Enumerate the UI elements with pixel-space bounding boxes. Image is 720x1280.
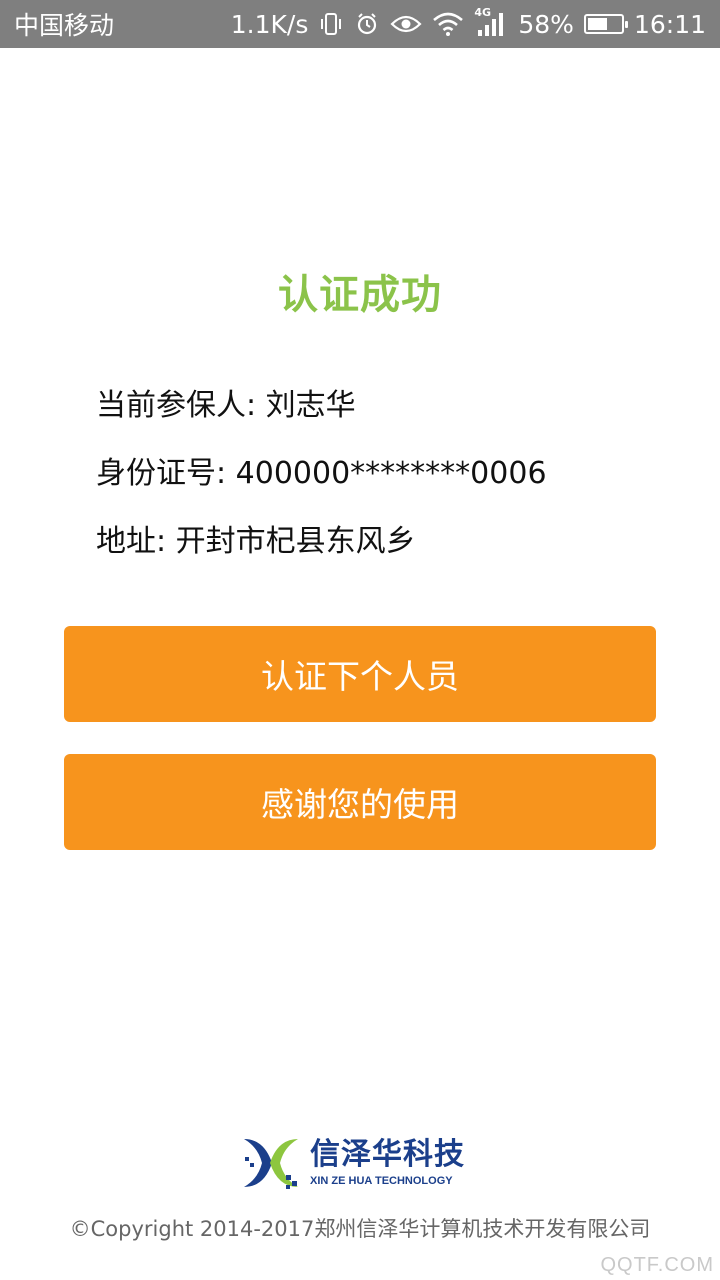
address-value: 开封市杞县东风乡 — [175, 524, 416, 559]
clock: 16:11 — [633, 9, 706, 39]
battery-percent: 58% — [518, 9, 574, 39]
authenticate-next-person-button[interactable]: 认证下个人员 — [64, 626, 656, 722]
thanks-for-using-button[interactable]: 感谢您的使用 — [64, 754, 656, 850]
auth-success-title: 认证成功 — [278, 272, 442, 318]
insured-info: 当前参保人: 刘志华 身份证号: 400000********0006 地址: … — [96, 385, 676, 589]
company-logo-subtitle: XIN ZE HUA TECHNOLOGY — [310, 1175, 453, 1187]
network-speed: 1.1K/s — [230, 9, 309, 39]
insured-person-label: 当前参保人: — [96, 388, 257, 423]
insured-person-value: 刘志华 — [265, 388, 356, 423]
vibrate-icon — [321, 13, 342, 35]
signal-icon — [478, 13, 504, 36]
address-label: 地址: — [96, 524, 167, 559]
id-number-value: 400000********0006 — [235, 456, 547, 491]
watermark: QQTF.COM — [600, 1254, 714, 1276]
company-logo-name: 信泽华科技 — [310, 1137, 465, 1172]
company-logo-mark-icon — [244, 1139, 298, 1189]
status-bar: 中国移动 1.1K/s 4G 58% 16:11 — [0, 0, 720, 48]
eye-comfort-icon — [390, 15, 422, 33]
carrier-name: 中国移动 — [14, 11, 115, 40]
battery-fill — [587, 18, 607, 30]
id-number-row: 身份证号: 400000********0006 — [96, 453, 676, 521]
address-row: 地址: 开封市杞县东风乡 — [96, 521, 676, 589]
wifi-icon — [433, 12, 464, 36]
battery-icon — [583, 14, 628, 34]
id-number-label: 身份证号: — [96, 456, 227, 491]
company-logo: 信泽华科技 XIN ZE HUA TECHNOLOGY — [242, 1135, 482, 1193]
alarm-icon — [358, 13, 377, 35]
copyright-text: ©Copyright 2014-2017郑州信泽华计算机技术开发有限公司 — [69, 1217, 651, 1241]
insured-person-row: 当前参保人: 刘志华 — [96, 385, 676, 453]
